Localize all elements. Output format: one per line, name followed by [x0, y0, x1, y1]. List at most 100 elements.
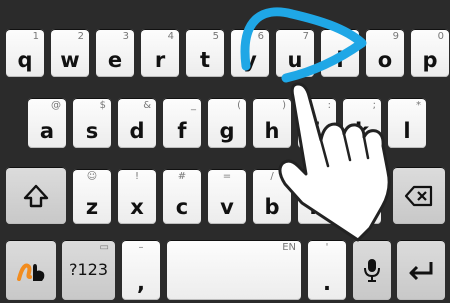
- key-label: j: [313, 119, 321, 143]
- enter-key[interactable]: [397, 240, 445, 300]
- key-e[interactable]: 3 e: [96, 29, 134, 77]
- key-label: o: [377, 48, 393, 72]
- key-hint: *: [416, 100, 421, 111]
- period-key[interactable]: ' .: [308, 240, 346, 300]
- key-hint: #: [177, 171, 187, 182]
- symbols-key[interactable]: ▭ ?123: [62, 240, 115, 300]
- shift-key[interactable]: [6, 167, 66, 224]
- key-hint: +: [312, 171, 322, 182]
- microphone-key[interactable]: [353, 240, 391, 300]
- key-label: .: [323, 271, 331, 295]
- key-label: n: [309, 195, 325, 219]
- key-label: l: [403, 119, 411, 143]
- key-hint: –: [138, 242, 144, 253]
- key-l[interactable]: * l: [388, 98, 426, 148]
- key-o[interactable]: 9 o: [366, 29, 404, 77]
- key-hint: !: [134, 171, 139, 182]
- key-a[interactable]: @ a: [28, 98, 66, 148]
- key-hint: 5: [212, 31, 219, 42]
- keyboard: 1 q 2 w 3 e 4 r 5 t 6 y 7 u 8 i 9 o 0 p …: [0, 0, 450, 303]
- key-hint: /: [270, 171, 274, 182]
- key-u[interactable]: 7 u: [276, 29, 314, 77]
- key-x[interactable]: ! x: [118, 169, 156, 224]
- key-hint: 8: [347, 31, 354, 42]
- key-hint: ': [325, 242, 329, 253]
- key-label: k: [355, 119, 369, 143]
- key-hint: ?: [359, 171, 365, 182]
- key-hint: &: [143, 100, 151, 111]
- key-c[interactable]: # c: [163, 169, 201, 224]
- microphone-icon: [353, 257, 391, 283]
- key-label: d: [129, 119, 145, 143]
- key-label: u: [287, 48, 303, 72]
- key-hint: 7: [302, 31, 309, 42]
- key-k[interactable]: ; k: [343, 98, 381, 148]
- gesture-settings-key[interactable]: [6, 240, 56, 300]
- backspace-icon: [393, 185, 445, 207]
- key-n[interactable]: + n: [298, 169, 336, 224]
- key-hint: (: [237, 100, 241, 111]
- shift-icon: [6, 183, 66, 209]
- key-m[interactable]: ? m: [343, 169, 381, 224]
- key-label: e: [107, 48, 123, 72]
- language-indicator: EN: [282, 242, 296, 253]
- key-s[interactable]: $ s: [73, 98, 111, 148]
- key-label: a: [39, 119, 55, 143]
- key-hint: ☺: [86, 171, 98, 182]
- enter-icon: [397, 259, 445, 281]
- key-hint: $: [99, 100, 106, 111]
- key-label: ,: [137, 271, 145, 295]
- key-r[interactable]: 4 r: [141, 29, 179, 77]
- key-j[interactable]: : j: [298, 98, 336, 148]
- symbols-key-label: ?123: [68, 260, 109, 279]
- key-hint: 1: [32, 31, 39, 42]
- key-label: g: [219, 119, 235, 143]
- key-label: p: [422, 48, 438, 72]
- key-z[interactable]: ☺ z: [73, 169, 111, 224]
- key-g[interactable]: ( g: [208, 98, 246, 148]
- key-label: t: [199, 48, 211, 72]
- key-hint: 2: [77, 31, 84, 42]
- key-label: c: [175, 195, 189, 219]
- key-label: x: [130, 195, 144, 219]
- key-hint: :: [327, 100, 331, 111]
- key-label: m: [351, 195, 373, 219]
- key-w[interactable]: 2 w: [51, 29, 89, 77]
- space-key[interactable]: EN: [167, 240, 301, 300]
- swype-gesture-icon: [6, 257, 56, 283]
- key-label: q: [17, 48, 33, 72]
- key-label: s: [85, 119, 99, 143]
- key-t[interactable]: 5 t: [186, 29, 224, 77]
- key-label: y: [243, 48, 257, 72]
- key-h[interactable]: ) h: [253, 98, 291, 148]
- key-label: b: [264, 195, 280, 219]
- key-label: z: [85, 195, 99, 219]
- key-q[interactable]: 1 q: [6, 29, 44, 77]
- key-hint: 6: [257, 31, 264, 42]
- key-hint: 9: [392, 31, 399, 42]
- key-label: w: [60, 48, 80, 72]
- key-label: f: [177, 119, 187, 143]
- key-i[interactable]: 8 i: [321, 29, 359, 77]
- key-y[interactable]: 6 y: [231, 29, 269, 77]
- key-hint: _: [191, 100, 196, 111]
- key-hint: ;: [372, 100, 376, 111]
- key-label: v: [220, 195, 234, 219]
- emoji-hint-icon: ▭: [99, 242, 109, 253]
- key-label: i: [336, 48, 344, 72]
- key-p[interactable]: 0 p: [411, 29, 449, 77]
- key-hint: @: [51, 100, 61, 111]
- key-hint: 3: [122, 31, 129, 42]
- key-d[interactable]: & d: [118, 98, 156, 148]
- key-label: h: [264, 119, 280, 143]
- comma-key[interactable]: – ,: [122, 240, 160, 300]
- key-b[interactable]: / b: [253, 169, 291, 224]
- key-label: r: [154, 48, 166, 72]
- key-hint: =: [222, 171, 232, 182]
- key-hint: ): [282, 100, 286, 111]
- delete-key[interactable]: [393, 167, 445, 224]
- key-v[interactable]: = v: [208, 169, 246, 224]
- key-f[interactable]: _ f: [163, 98, 201, 148]
- key-hint: 4: [167, 31, 174, 42]
- key-hint: 0: [437, 31, 444, 42]
